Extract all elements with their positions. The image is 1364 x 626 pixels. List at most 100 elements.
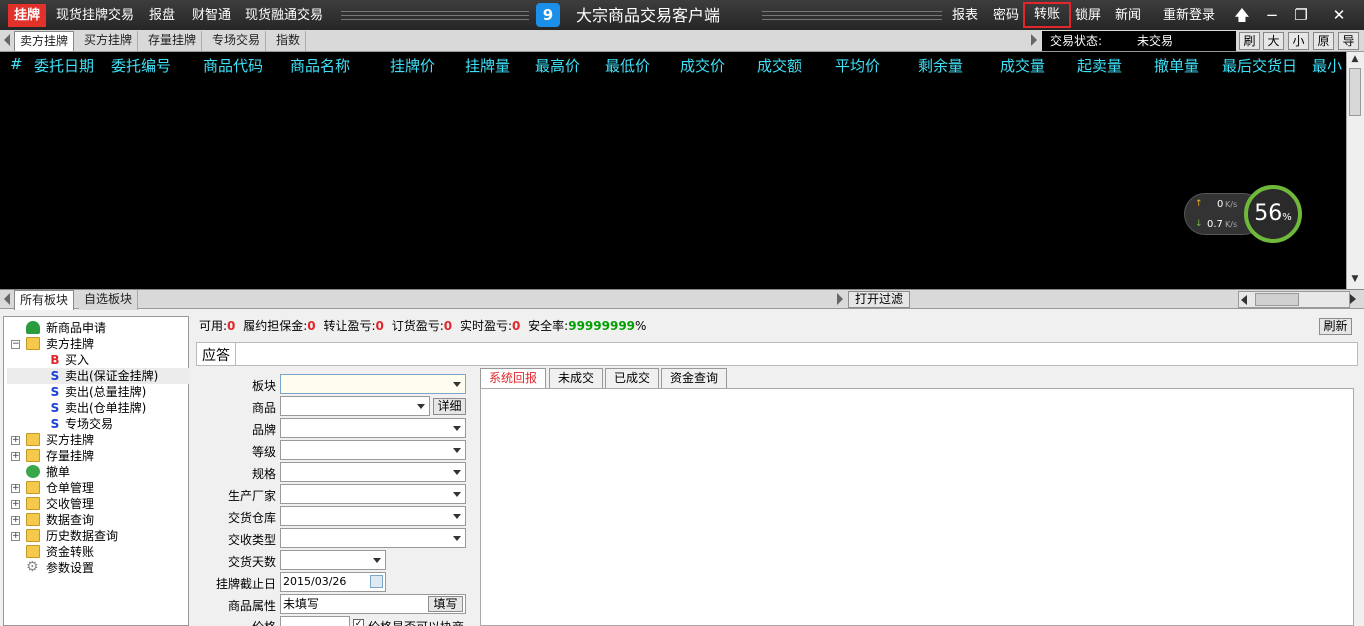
column-header[interactable]: 委托日期: [34, 55, 94, 76]
tree-item-sell-total[interactable]: 卖出(总量挂牌): [65, 384, 146, 400]
hscroll-left-icon[interactable]: [1241, 295, 1247, 305]
restore-icon[interactable]: ❐: [1291, 0, 1311, 30]
deadline-date-input[interactable]: 2015/03/26: [280, 572, 386, 592]
expand-icon[interactable]: +: [11, 484, 20, 493]
font-large-button[interactable]: 大: [1263, 32, 1284, 50]
column-header[interactable]: 最高价: [535, 55, 580, 76]
memory-gauge[interactable]: 56%: [1244, 185, 1302, 243]
font-small-button[interactable]: 小: [1288, 32, 1309, 50]
column-header[interactable]: 成交额: [757, 55, 802, 76]
menu-item-quote[interactable]: 报盘: [149, 0, 175, 30]
column-header[interactable]: 最后交货日: [1222, 55, 1297, 76]
expand-icon[interactable]: +: [11, 516, 20, 525]
tree-item-delivery-management[interactable]: 交收管理: [46, 496, 94, 512]
tab-seller-listing[interactable]: 卖方挂牌: [14, 31, 75, 51]
tab-unfilled[interactable]: 未成交: [549, 368, 604, 389]
font-original-button[interactable]: 原: [1313, 32, 1334, 50]
tree-item-cancel-order[interactable]: 撤单: [46, 464, 70, 480]
column-header[interactable]: 起卖量: [1077, 55, 1122, 76]
tree-item-stock-listing[interactable]: 存量挂牌: [46, 448, 94, 464]
scroll-up-icon[interactable]: ▲: [1347, 52, 1363, 67]
hscroll-thumb[interactable]: [1255, 293, 1299, 306]
block-scroll-left-icon[interactable]: [4, 293, 10, 305]
network-speed-widget[interactable]: ↑ 0 K/s ↓ 0.7 K/s 56%: [1184, 185, 1302, 243]
delivery-type-select[interactable]: [280, 528, 466, 548]
collapse-icon[interactable]: −: [11, 340, 20, 349]
tab-fund-query[interactable]: 资金查询: [661, 368, 728, 389]
tab-all-blocks[interactable]: 所有板块: [14, 290, 75, 310]
grid-vertical-scrollbar[interactable]: ▲ ▼: [1346, 52, 1364, 289]
tree-item-seller-listing[interactable]: 卖方挂牌: [46, 336, 94, 352]
tree-item-history-query[interactable]: 历史数据查询: [46, 528, 118, 544]
refresh-grid-button[interactable]: 刷: [1239, 32, 1260, 50]
hscroll-right-icon[interactable]: [1350, 294, 1356, 304]
block-horizontal-scrollbar[interactable]: [1238, 291, 1350, 308]
tree-item-sell-margin[interactable]: 卖出(保证金挂牌): [65, 368, 158, 384]
brand-select[interactable]: [280, 418, 466, 438]
menu-item-transfer[interactable]: 转账: [1023, 2, 1072, 28]
listing-grid[interactable]: # 委托日期 委托编号 商品代码 商品名称 挂牌价 挂牌量 最高价 最低价 成交…: [0, 52, 1346, 289]
tab-scroll-right-icon[interactable]: [1031, 34, 1037, 46]
column-header[interactable]: #: [10, 55, 23, 73]
fill-button[interactable]: 填写: [428, 596, 463, 612]
menu-item-listing[interactable]: 挂牌: [8, 4, 47, 27]
menu-item-news[interactable]: 新闻: [1115, 0, 1141, 30]
tree-item-special-trade[interactable]: 专场交易: [65, 416, 113, 432]
tree-item-new-commodity[interactable]: 新商品申请: [46, 320, 106, 336]
menu-item-caizhitong[interactable]: 财智通: [192, 0, 231, 30]
menu-item-spot-financing[interactable]: 现货融通交易: [245, 0, 323, 30]
minimize-icon[interactable]: −: [1262, 0, 1282, 30]
manufacturer-select[interactable]: [280, 484, 466, 504]
open-filter-button[interactable]: 打开过滤: [848, 291, 910, 308]
column-header[interactable]: 委托编号: [111, 55, 171, 76]
expand-icon[interactable]: +: [11, 532, 20, 541]
menu-item-password[interactable]: 密码: [993, 0, 1019, 30]
tree-item-warrant-management[interactable]: 仓单管理: [46, 480, 94, 496]
tab-buyer-listing[interactable]: 买方挂牌: [79, 31, 139, 51]
menu-item-report[interactable]: 报表: [952, 0, 978, 30]
menu-item-relogin[interactable]: 重新登录: [1163, 0, 1215, 30]
spec-select[interactable]: [280, 462, 466, 482]
expand-icon[interactable]: +: [11, 436, 20, 445]
board-select[interactable]: [280, 374, 466, 394]
column-header[interactable]: 商品名称: [290, 55, 350, 76]
column-header[interactable]: 成交价: [680, 55, 725, 76]
tab-special-trade[interactable]: 专场交易: [207, 31, 267, 51]
warehouse-select[interactable]: [280, 506, 466, 526]
column-header[interactable]: 挂牌价: [390, 55, 435, 76]
detail-button[interactable]: 详细: [433, 398, 466, 415]
tree-item-settings[interactable]: 参数设置: [46, 560, 94, 576]
refresh-button[interactable]: 刷新: [1319, 318, 1352, 335]
tab-stock-listing[interactable]: 存量挂牌: [143, 31, 203, 51]
menu-item-spot-listing-trade[interactable]: 现货挂牌交易: [56, 0, 134, 30]
price-input[interactable]: [280, 616, 350, 626]
commodity-select[interactable]: [280, 396, 430, 416]
tree-item-buy[interactable]: 买入: [65, 352, 89, 368]
column-header[interactable]: 挂牌量: [465, 55, 510, 76]
scroll-thumb[interactable]: [1349, 68, 1361, 116]
expand-icon[interactable]: +: [11, 500, 20, 509]
menu-item-lock-screen[interactable]: 锁屏: [1075, 0, 1101, 30]
tab-scroll-left-icon[interactable]: [4, 34, 10, 46]
tree-item-sell-warrant[interactable]: 卖出(仓单挂牌): [65, 400, 146, 416]
pin-icon[interactable]: 🡅: [1232, 0, 1252, 30]
expand-icon[interactable]: +: [11, 452, 20, 461]
tree-item-data-query[interactable]: 数据查询: [46, 512, 94, 528]
tab-index[interactable]: 指数: [271, 31, 307, 51]
scroll-down-icon[interactable]: ▼: [1347, 272, 1363, 287]
tab-custom-blocks[interactable]: 自选板块: [79, 290, 139, 310]
tab-system-report[interactable]: 系统回报: [480, 368, 547, 389]
tree-item-buyer-listing[interactable]: 买方挂牌: [46, 432, 94, 448]
column-header[interactable]: 撤单量: [1154, 55, 1199, 76]
grade-select[interactable]: [280, 440, 466, 460]
export-button[interactable]: 导: [1338, 32, 1359, 50]
delivery-days-select[interactable]: [280, 550, 386, 570]
column-header[interactable]: 最小: [1312, 55, 1342, 76]
column-header[interactable]: 商品代码: [203, 55, 263, 76]
tab-filled[interactable]: 已成交: [605, 368, 660, 389]
column-header[interactable]: 成交量: [1000, 55, 1045, 76]
close-icon[interactable]: ✕: [1329, 0, 1349, 30]
block-scroll-right-icon[interactable]: [837, 293, 843, 305]
column-header[interactable]: 剩余量: [918, 55, 963, 76]
column-header[interactable]: 平均价: [835, 55, 880, 76]
